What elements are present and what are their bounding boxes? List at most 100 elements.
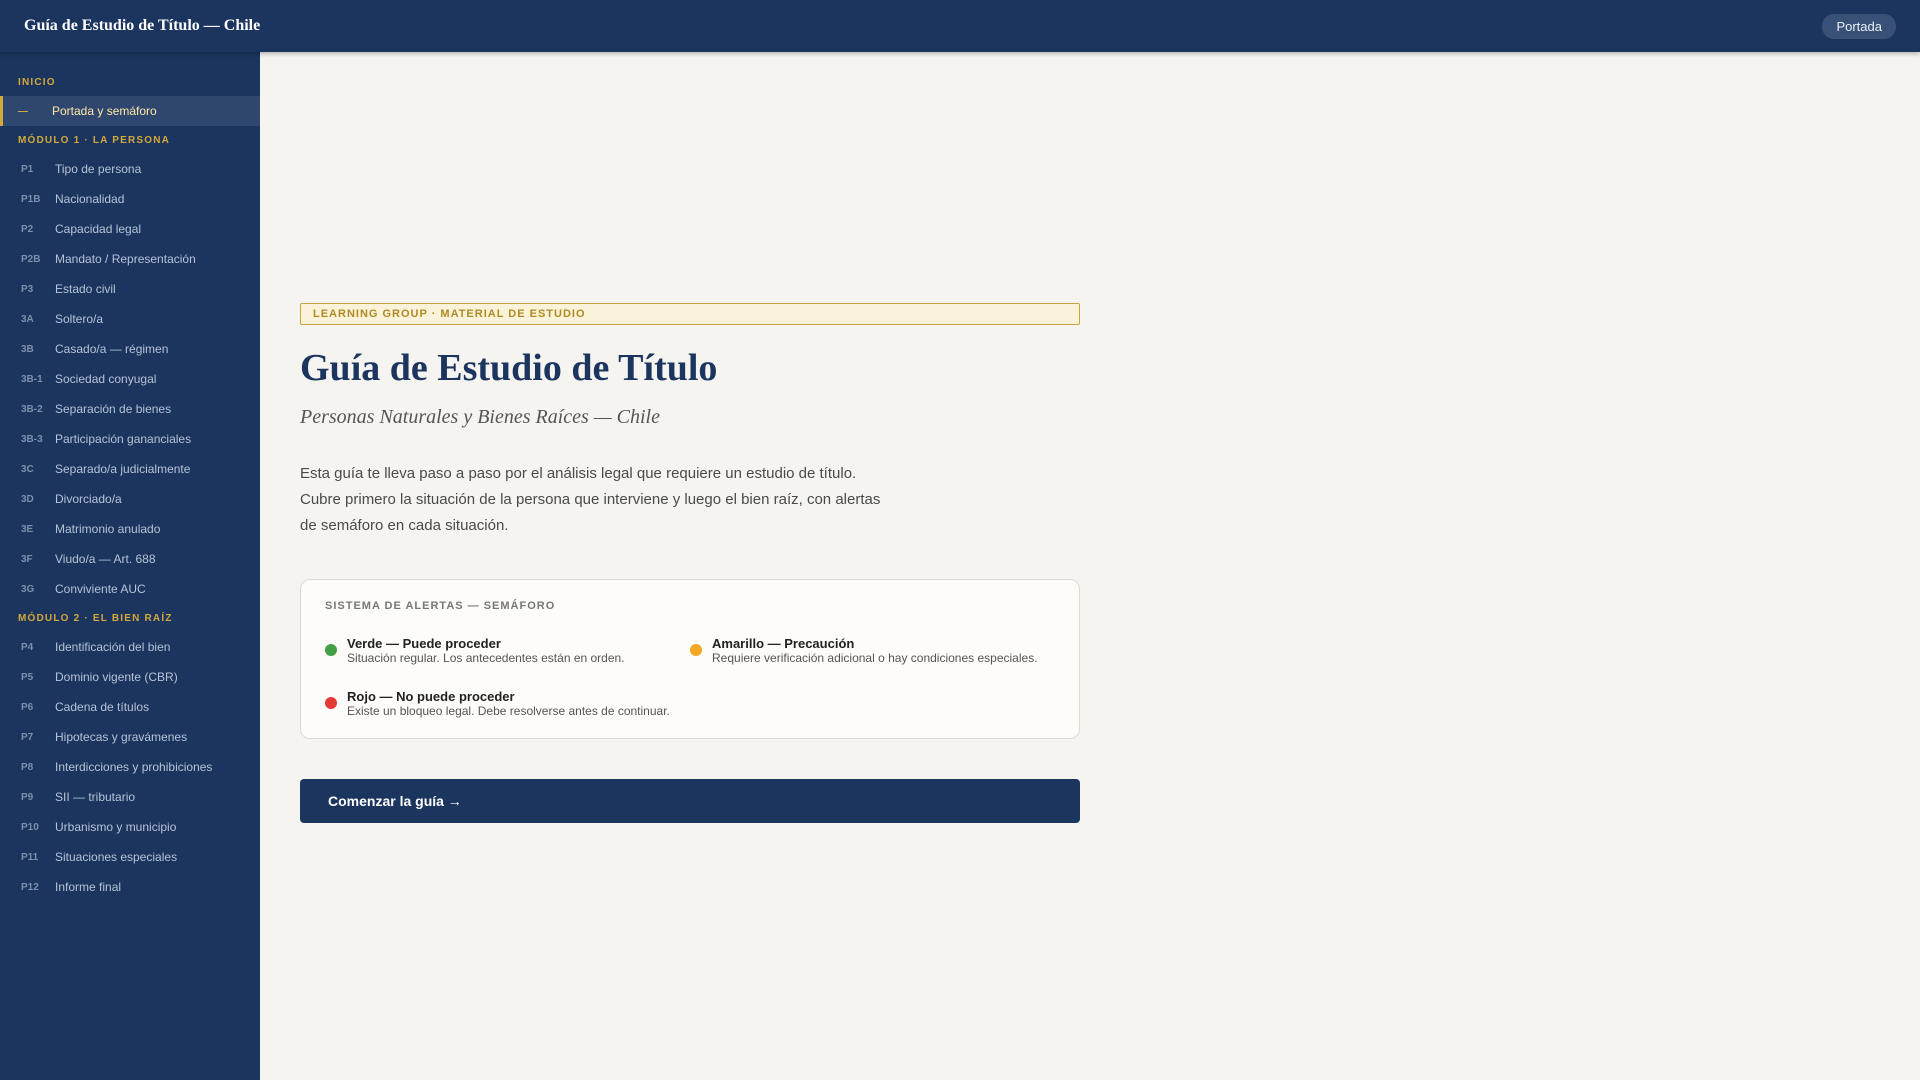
sidebar-item-code: P9 — [21, 791, 34, 803]
sidebar-item-code: 3B-2 — [21, 403, 43, 415]
sidebar-item-label: Mandato / Representación — [55, 252, 196, 266]
start-guide-button[interactable]: Comenzar la guía → — [300, 779, 1080, 823]
sidebar-item-label: Separado/a judicialmente — [55, 462, 191, 476]
sidebar-item-code: P7 — [21, 731, 34, 743]
main-content: LEARNING GROUP · MATERIAL DE ESTUDIO Guí… — [300, 303, 1080, 823]
sidebar-item-label: Soltero/a — [55, 312, 104, 326]
sidebar-item-3b-1[interactable]: 3B-1 Sociedad conyugal — [0, 364, 260, 394]
green-dot-icon — [325, 644, 337, 656]
sidebar-item-label: Capacidad legal — [55, 222, 142, 236]
sidebar-item-3f[interactable]: 3F Viudo/a — Art. 688 — [0, 544, 260, 574]
sidebar-item-p4[interactable]: P4 Identificación del bien — [0, 632, 260, 662]
sidebar-item-label: Divorciado/a — [55, 492, 122, 506]
sidebar-item-label: Matrimonio anulado — [55, 522, 161, 536]
sidebar-item-label: Separación de bienes — [55, 402, 172, 416]
sidebar-item-p1[interactable]: P1 Tipo de persona — [0, 154, 260, 184]
sidebar-item-code: P1 — [21, 163, 34, 175]
sidebar-item-label: Dominio vigente (CBR) — [55, 670, 178, 684]
sidebar-item-3d[interactable]: 3D Divorciado/a — [0, 484, 260, 514]
intro-line: Esta guía te lleva paso a paso por el an… — [300, 465, 857, 482]
page-subtitle: Personas Naturales y Bienes Raíces — Chi… — [300, 406, 660, 428]
sidebar-item-p8[interactable]: P8 Interdicciones y prohibiciones — [0, 752, 260, 782]
sidebar-item-code: P8 — [21, 761, 34, 773]
alert-description: Existe un bloqueo legal. Debe resolverse… — [347, 704, 670, 718]
sidebar: INICIO — Portada y semáforo MÓDULO 1 · L… — [0, 52, 260, 1080]
alert-green: Verde — Puede proceder Situación regular… — [325, 636, 690, 665]
sidebar-section-label: MÓDULO 1 · LA PERSONA — [18, 135, 171, 146]
sidebar-item-code: 3F — [21, 553, 33, 565]
alert-name: Rojo — No puede proceder — [347, 689, 515, 704]
sidebar-item-p2[interactable]: P2 Capacidad legal — [0, 214, 260, 244]
sidebar-item-3a[interactable]: 3A Soltero/a — [0, 304, 260, 334]
sidebar-item-code: 3C — [21, 463, 34, 475]
sidebar-item-3g[interactable]: 3G Conviviente AUC — [0, 574, 260, 604]
sidebar-item-code: 3G — [21, 583, 35, 595]
sidebar-item-portada[interactable]: — Portada y semáforo — [0, 96, 260, 126]
sidebar-item-label: Sociedad conyugal — [55, 372, 157, 386]
sidebar-item-code: 3E — [21, 523, 34, 535]
sidebar-item-code: 3B — [21, 343, 34, 355]
sidebar-item-code: P12 — [21, 881, 39, 893]
intro-text: Esta guía te lleva paso a paso por el an… — [300, 461, 900, 539]
sidebar-item-code: P4 — [21, 641, 34, 653]
sidebar-item-label: Portada y semáforo — [52, 104, 157, 118]
sidebar-item-label: Situaciones especiales — [55, 850, 178, 864]
sidebar-item-code: P2 — [21, 223, 34, 235]
alert-yellow: Amarillo — Precaución Requiere verificac… — [690, 636, 1055, 665]
sidebar-item-3e[interactable]: 3E Matrimonio anulado — [0, 514, 260, 544]
sidebar-item-3b-3[interactable]: 3B-3 Participación gananciales — [0, 424, 260, 454]
sidebar-item-p9[interactable]: P9 SII — tributario — [0, 782, 260, 812]
sidebar-item-label: Identificación del bien — [55, 640, 171, 654]
sidebar-item-label: Tipo de persona — [55, 162, 142, 176]
sidebar-item-code: P3 — [21, 283, 34, 295]
sidebar-item-3b[interactable]: 3B Casado/a — régimen — [0, 334, 260, 364]
sidebar-item-p12[interactable]: P12 Informe final — [0, 872, 260, 902]
app-title: Guía de Estudio de Título — Chile — [24, 17, 261, 34]
sidebar-item-label: Cadena de títulos — [55, 700, 150, 714]
sidebar-item-code: P10 — [21, 821, 39, 833]
sidebar-item-label: Interdicciones y prohibiciones — [55, 760, 213, 774]
sidebar-item-p10[interactable]: P10 Urbanismo y municipio — [0, 812, 260, 842]
sidebar-item-code: — — [18, 105, 28, 117]
sidebar-item-code: P2B — [21, 253, 41, 265]
alert-legend-card: SISTEMA DE ALERTAS — SEMÁFORO Verde — Pu… — [300, 579, 1080, 739]
sidebar-section-label: MÓDULO 2 · EL BIEN RAÍZ — [18, 613, 173, 624]
sidebar-item-label: Conviviente AUC — [55, 582, 146, 596]
sidebar-item-label: Estado civil — [55, 282, 116, 296]
sidebar-item-code: 3D — [21, 493, 34, 505]
sidebar-item-p3[interactable]: P3 Estado civil — [0, 274, 260, 304]
sidebar-item-label: Viudo/a — Art. 688 — [55, 552, 156, 566]
sidebar-item-label: Participación gananciales — [55, 432, 192, 446]
sidebar-item-code: P5 — [21, 671, 34, 683]
red-dot-icon — [325, 697, 337, 709]
sidebar-item-code: 3B-3 — [21, 433, 43, 445]
yellow-dot-icon — [690, 644, 702, 656]
sidebar-item-p11[interactable]: P11 Situaciones especiales — [0, 842, 260, 872]
current-page-pill[interactable]: Portada — [1822, 13, 1896, 39]
sidebar-item-3c[interactable]: 3C Separado/a judicialmente — [0, 454, 260, 484]
sidebar-item-p5[interactable]: P5 Dominio vigente (CBR) — [0, 662, 260, 692]
intro-line: de semáforo en cada situación. — [300, 517, 509, 534]
alert-name: Amarillo — Precaución — [712, 636, 855, 651]
page-title: Guía de Estudio de Título — [300, 347, 718, 389]
top-bar: Guía de Estudio de Título — Chile Portad… — [0, 0, 1920, 52]
alert-legend-title: SISTEMA DE ALERTAS — SEMÁFORO — [325, 600, 556, 612]
sidebar-item-p1b[interactable]: P1B Nacionalidad — [0, 184, 260, 214]
sidebar-section-label: INICIO — [18, 77, 56, 88]
sidebar-item-3b-2[interactable]: 3B-2 Separación de bienes — [0, 394, 260, 424]
sidebar-item-p7[interactable]: P7 Hipotecas y gravámenes — [0, 722, 260, 752]
sidebar-item-label: Urbanismo y municipio — [55, 820, 177, 834]
sidebar-item-label: Hipotecas y gravámenes — [55, 730, 188, 744]
alert-description: Requiere verificación adicional o hay co… — [712, 651, 1038, 665]
alert-description: Situación regular. Los antecedentes está… — [347, 651, 625, 665]
sidebar-item-code: 3A — [21, 313, 34, 325]
sidebar-item-code: P6 — [21, 701, 34, 713]
sidebar-item-p2b[interactable]: P2B Mandato / Representación — [0, 244, 260, 274]
sidebar-item-label: Casado/a — régimen — [55, 342, 169, 356]
category-tag: LEARNING GROUP · MATERIAL DE ESTUDIO — [300, 303, 1080, 325]
intro-line: Cubre primero la situación de la persona… — [300, 491, 881, 508]
sidebar-item-code: 3B-1 — [21, 373, 43, 385]
sidebar-item-code: P11 — [21, 851, 39, 863]
sidebar-item-p6[interactable]: P6 Cadena de títulos — [0, 692, 260, 722]
sidebar-item-label: Informe final — [55, 880, 122, 894]
